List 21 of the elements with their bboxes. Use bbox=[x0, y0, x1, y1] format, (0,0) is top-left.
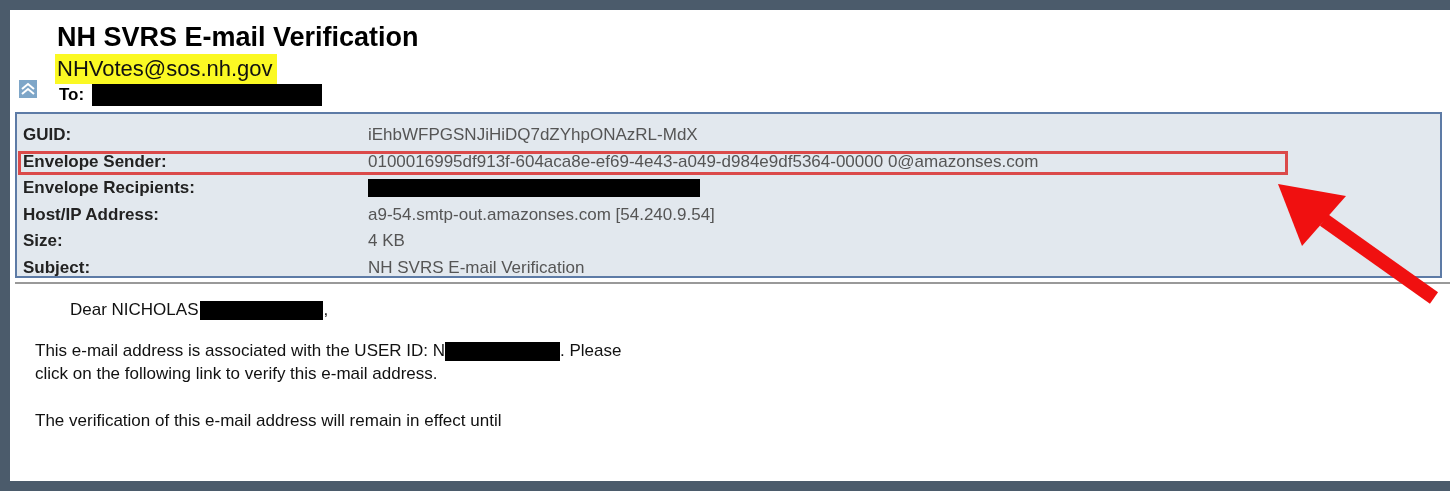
body-text: . Please bbox=[560, 341, 622, 360]
body-text: click on the following link to verify this e-mail address. bbox=[35, 364, 438, 383]
field-value: NH SVRS E-mail Verification bbox=[368, 257, 585, 278]
body-text: , bbox=[323, 300, 329, 319]
collapse-icon[interactable] bbox=[19, 80, 37, 98]
body-text: The verification of this e-mail address will remain in effect until bbox=[35, 411, 502, 430]
field-label: Subject: bbox=[23, 257, 92, 278]
to-label: To: bbox=[59, 85, 85, 105]
field-label: Envelope Recipients: bbox=[23, 178, 196, 199]
body-text: This e-mail address is associated with the USER ID: N bbox=[35, 341, 446, 360]
field-label: Envelope Sender: bbox=[23, 151, 168, 172]
email-subject: NH SVRS E-mail Verification bbox=[57, 21, 420, 54]
field-label: GUID: bbox=[23, 125, 73, 146]
field-value: a9-54.smtp-out.amazonses.com [54.240.9.54] bbox=[368, 204, 715, 225]
field-value: 0100016995df913f-604aca8e-ef69-4e43-a049-d984e9df5364-00000 0@amazonses.com bbox=[368, 151, 1039, 172]
field-value: iEhbWFPGSNJiHiDQ7dZYhpONAzRL-MdX bbox=[368, 125, 698, 146]
field-value: 4 KB bbox=[368, 231, 405, 252]
field-label: Host/IP Address: bbox=[23, 204, 161, 225]
field-label: Size: bbox=[23, 231, 64, 252]
body-text: Dear NICHOLAS bbox=[70, 300, 199, 319]
sender-address: NHVotes@sos.nh.gov bbox=[55, 54, 277, 84]
